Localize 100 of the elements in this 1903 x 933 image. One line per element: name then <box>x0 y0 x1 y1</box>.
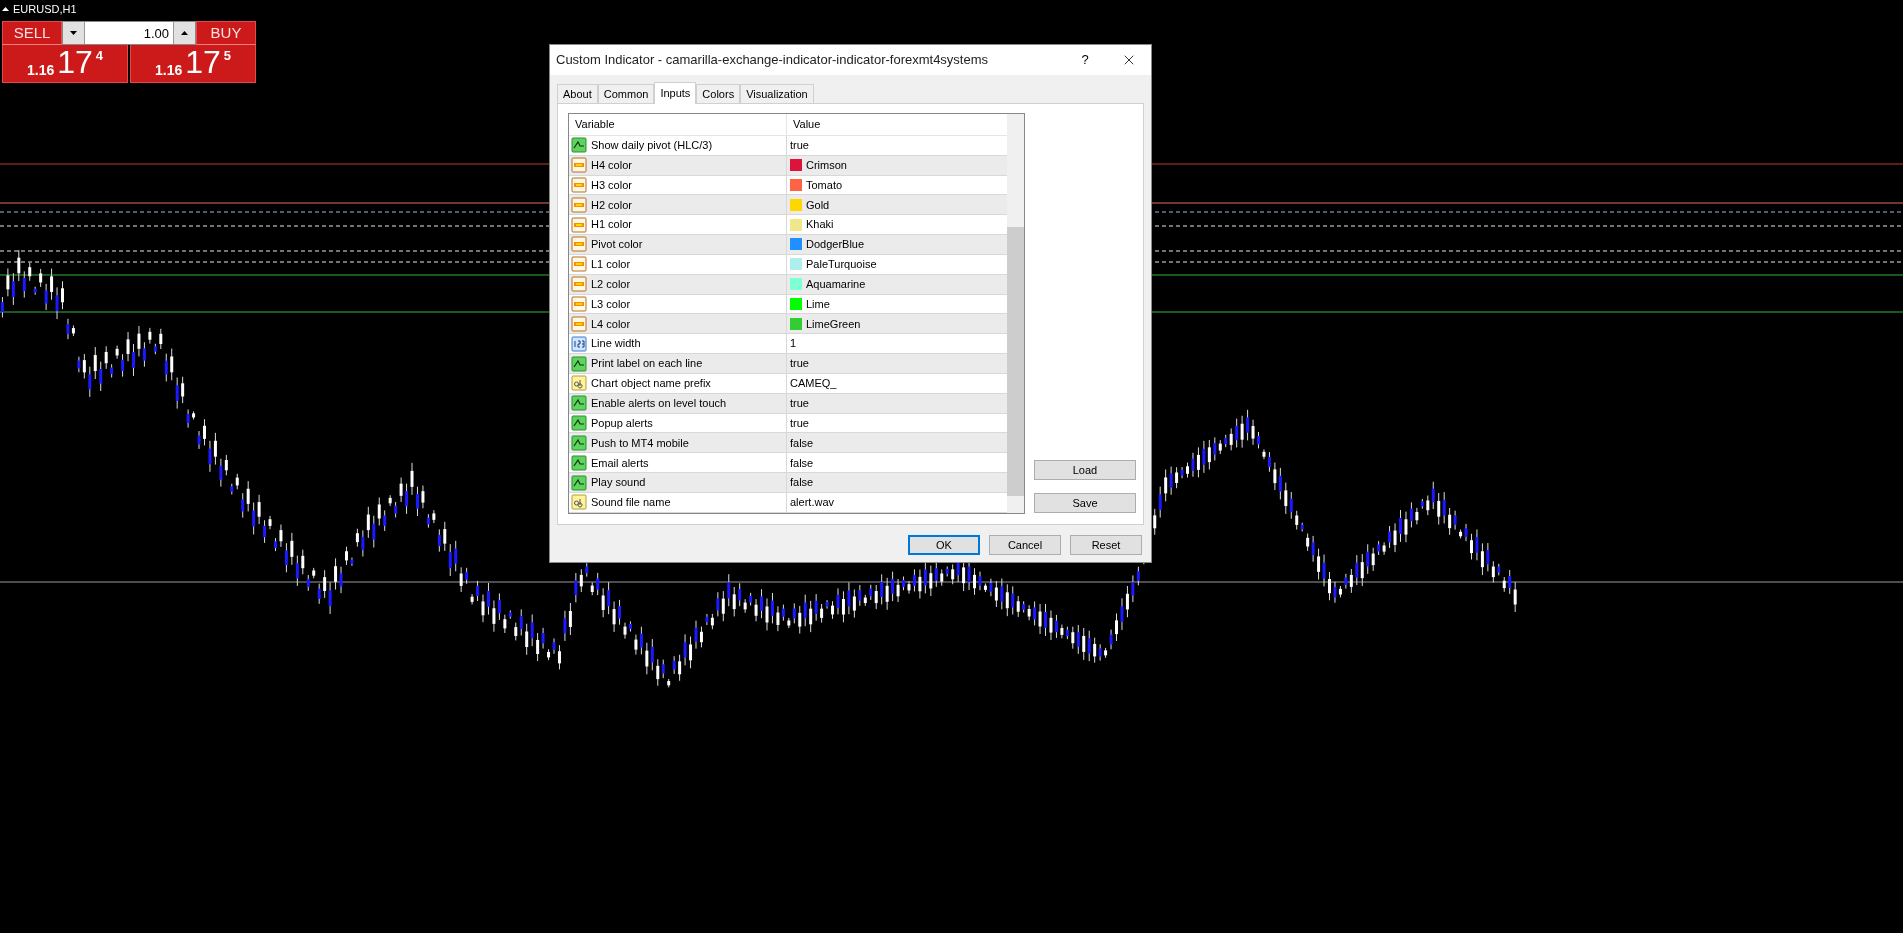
collapse-icon <box>2 7 9 12</box>
table-row[interactable]: H4 color Crimson <box>569 155 1007 176</box>
price-prefix: 1.16 <box>154 61 183 79</box>
value-cell-text: false <box>790 435 814 451</box>
table-row[interactable]: Pivot color DodgerBlue <box>569 235 1007 255</box>
tab[interactable]: About <box>557 84 598 103</box>
variable-cell-text: Email alerts <box>591 455 649 471</box>
table-row[interactable]: Chart object name prefix CAMEQ_ <box>569 373 1007 394</box>
table-row[interactable]: L1 color PaleTurquoise <box>569 254 1007 275</box>
value-cell-text: CAMEQ_ <box>790 376 837 392</box>
variable-cell-text: L3 color <box>591 296 631 312</box>
tab[interactable]: Common <box>597 84 655 103</box>
side-button[interactable]: Save <box>1034 493 1136 513</box>
table-row[interactable]: L3 color Lime <box>569 294 1007 315</box>
value-cell-text: true <box>790 356 809 372</box>
value-cell-text: Khaki <box>806 217 834 233</box>
price-main: 17 <box>57 45 93 79</box>
table-row[interactable]: L2 color Aquamarine <box>569 274 1007 295</box>
value-cell-text: Aquamarine <box>806 276 866 292</box>
variable-cell-text: L4 color <box>591 316 631 332</box>
text-icon <box>571 494 587 511</box>
value-cell-text: false <box>790 475 814 491</box>
variable-cell-text: Enable alerts on level touch <box>591 395 727 411</box>
boolean-icon <box>571 434 587 451</box>
price-superscript: 4 <box>95 49 104 63</box>
value-cell-text: PaleTurquoise <box>806 257 877 273</box>
price-prefix: 1.16 <box>26 61 55 79</box>
column-header: Variable <box>569 114 787 135</box>
dialog-button[interactable]: OK <box>908 535 980 555</box>
value-cell-text: alert.wav <box>790 495 835 511</box>
buy-button[interactable]: BUY <box>196 21 256 45</box>
variable-cell-text: Print label on each line <box>591 356 703 372</box>
tab[interactable]: Colors <box>696 84 741 103</box>
dialog-button[interactable]: Cancel <box>989 535 1061 555</box>
variable-cell-text: H1 color <box>591 217 632 233</box>
color-icon <box>571 236 587 253</box>
value-cell-text: true <box>790 138 809 153</box>
tab[interactable]: Inputs <box>654 82 697 104</box>
table-row[interactable]: Show daily pivot (HLC/3) true <box>569 135 1007 156</box>
window-title: Custom Indicator - camarilla-exchange-indicator-indicator-forexmt4systems <box>556 51 990 70</box>
value-cell-text: false <box>790 455 814 471</box>
color-icon <box>571 315 587 332</box>
table-row[interactable]: H3 color Tomato <box>569 175 1007 196</box>
color-icon <box>571 196 587 213</box>
table-row[interactable]: Play sound false <box>569 473 1007 493</box>
variable-cell-text: Play sound <box>591 475 646 491</box>
value-cell-text: DodgerBlue <box>806 237 865 253</box>
price-main: 17 <box>185 45 221 79</box>
column-header: Value <box>792 117 822 133</box>
table-row[interactable]: Line width 1 <box>569 334 1007 355</box>
color-icon <box>571 276 587 293</box>
variable-cell-text: Chart object name prefix <box>591 376 711 392</box>
color-icon <box>571 216 587 233</box>
symbol-label: EURUSD,H1 <box>13 2 77 17</box>
table-row[interactable]: Print label on each line true <box>569 354 1007 374</box>
boolean-icon <box>571 395 587 412</box>
variable-cell-text: H4 color <box>591 157 632 173</box>
text-icon <box>571 375 587 392</box>
table-row[interactable]: H1 color Khaki <box>569 215 1007 236</box>
value-cell-text: 1 <box>790 336 797 352</box>
value-cell-text: Lime <box>806 296 830 312</box>
color-icon <box>571 176 587 193</box>
value-cell-text: true <box>790 415 809 431</box>
variable-cell-text: Popup alerts <box>591 415 653 431</box>
table-row[interactable]: Enable alerts on level touch true <box>569 393 1007 414</box>
boolean-icon <box>571 415 587 432</box>
table-row[interactable]: L4 color LimeGreen <box>569 314 1007 335</box>
table-row[interactable]: Popup alerts true <box>569 413 1007 434</box>
color-icon <box>571 157 587 174</box>
value-cell-text: Tomato <box>806 177 843 193</box>
variable-cell-text: Show daily pivot (HLC/3) <box>591 138 713 153</box>
boolean-icon <box>571 355 587 372</box>
dialog-button[interactable]: Reset <box>1070 535 1142 555</box>
color-icon <box>571 256 587 273</box>
boolean-icon <box>571 474 587 491</box>
variable-cell-text: H3 color <box>591 177 632 193</box>
color-icon <box>571 296 587 312</box>
side-button[interactable]: Load <box>1034 460 1136 480</box>
price-superscript: 5 <box>223 49 232 63</box>
table-row[interactable]: Email alerts false <box>569 453 1007 474</box>
table-row[interactable]: Sound file name alert.wav <box>569 493 1007 513</box>
variable-cell-text: Sound file name <box>591 495 671 511</box>
variable-cell-text: L2 color <box>591 276 631 292</box>
variable-cell-text: Pivot color <box>591 237 643 253</box>
variable-cell-text: Push to MT4 mobile <box>591 435 689 451</box>
value-cell-text: Crimson <box>806 157 847 173</box>
variable-cell-text: H2 color <box>591 197 632 213</box>
value-cell-text: Gold <box>806 197 830 213</box>
variable-cell-text: L1 color <box>591 257 631 273</box>
boolean-icon <box>571 137 587 154</box>
number-icon <box>571 335 587 352</box>
variable-cell-text: Line width <box>591 336 641 352</box>
tab[interactable]: Visualization <box>740 84 814 103</box>
table-row[interactable]: H2 color Gold <box>569 195 1007 216</box>
sell-button[interactable]: SELL <box>2 21 62 45</box>
help-button[interactable]: ? <box>1063 45 1107 75</box>
table-row[interactable]: Push to MT4 mobile false <box>569 433 1007 454</box>
value-cell-text: true <box>790 395 809 411</box>
value-cell-text: LimeGreen <box>806 316 861 332</box>
boolean-icon <box>571 454 587 471</box>
